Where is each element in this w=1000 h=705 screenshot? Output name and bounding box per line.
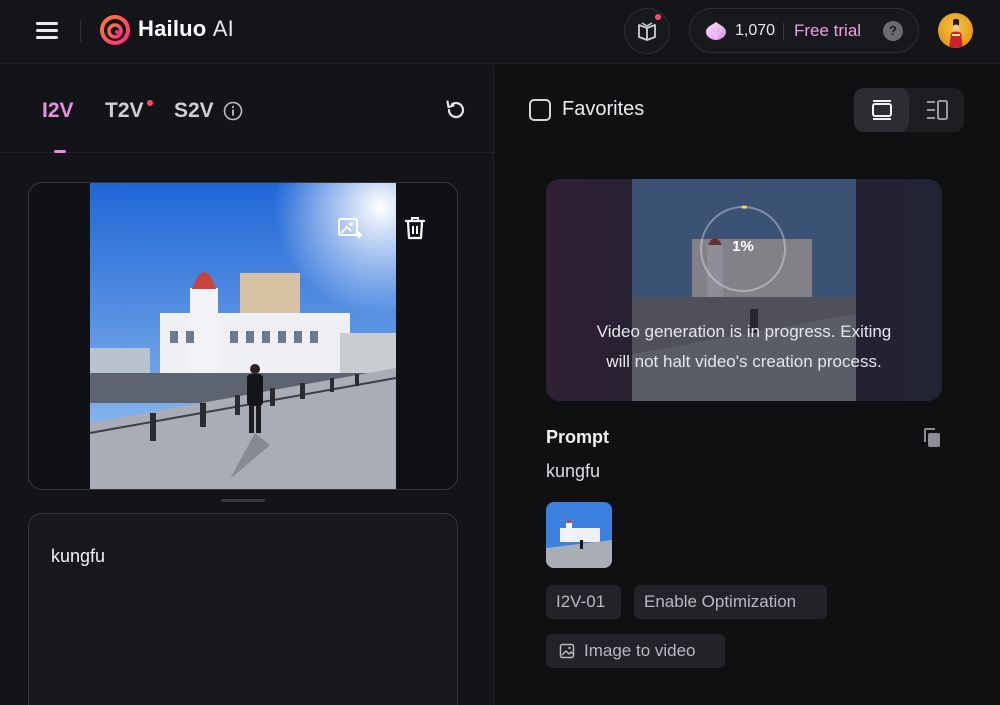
brand-bold: Hailuo <box>138 16 207 41</box>
t2v-notification-dot <box>147 100 153 106</box>
brand-name[interactable]: Hailuo AI <box>138 16 234 42</box>
reset-icon[interactable] <box>444 98 468 122</box>
menu-icon[interactable] <box>36 20 58 40</box>
tab-i2v[interactable]: I2V <box>42 99 74 123</box>
pill-separator <box>783 23 784 40</box>
view-card-option[interactable] <box>854 88 909 132</box>
model-tag: I2V-01 <box>546 585 621 619</box>
gem-icon <box>706 22 726 41</box>
mode-tabs: I2V T2V S2V <box>0 65 493 153</box>
info-icon[interactable] <box>223 101 243 121</box>
image-icon <box>559 643 575 659</box>
favorites-checkbox[interactable] <box>529 99 551 121</box>
header-divider <box>80 20 81 42</box>
delete-image-icon[interactable] <box>404 216 426 240</box>
avatar-figure-icon <box>949 19 963 48</box>
brand-light: AI <box>212 16 234 41</box>
active-tab-indicator <box>54 150 66 153</box>
replace-image-icon[interactable] <box>337 217 363 241</box>
credits-pill[interactable]: 1,070 Free trial ? <box>689 8 919 53</box>
uploaded-image-box[interactable] <box>28 182 458 490</box>
free-trial-link[interactable]: Free trial <box>794 21 861 41</box>
copy-icon[interactable] <box>922 427 942 449</box>
left-panel: I2V T2V S2V kungfu <box>0 65 493 705</box>
tab-t2v[interactable]: T2V <box>105 99 144 123</box>
generation-message-line-1: Video generation is in progress. Exiting <box>596 322 892 341</box>
view-list-option[interactable] <box>909 88 964 132</box>
reference-image-thumbnail[interactable] <box>546 502 612 568</box>
help-icon[interactable]: ? <box>883 21 903 41</box>
prompt-textarea[interactable]: kungfu <box>28 513 458 705</box>
book-icon <box>638 22 656 41</box>
top-header: Hailuo AI 1,070 Free trial ? <box>0 0 1000 64</box>
tab-s2v[interactable]: S2V <box>174 99 214 123</box>
view-toggle <box>854 88 964 132</box>
card-view-icon <box>871 100 892 120</box>
list-view-icon <box>926 100 948 120</box>
prompt-value: kungfu <box>546 461 601 481</box>
optimization-tag: Enable Optimization <box>634 585 827 619</box>
resize-handle[interactable] <box>221 499 265 502</box>
video-generation-card[interactable]: 1% Video generation is in progress. Exit… <box>546 179 942 401</box>
mode-tag: Image to video <box>546 634 725 668</box>
book-button[interactable] <box>624 8 670 54</box>
generation-message: Video generation is in progress. Exiting… <box>546 317 942 377</box>
generation-message-line-2: will not halt video's creation process. <box>606 352 882 371</box>
panel-divider <box>493 65 494 705</box>
avatar[interactable] <box>938 13 973 48</box>
prompt-input-text: kungfu <box>51 546 106 566</box>
hailuo-logo-icon <box>100 15 130 45</box>
prompt-heading: Prompt <box>546 427 609 447</box>
favorites-label[interactable]: Favorites <box>562 98 644 121</box>
mode-tag-label: Image to video <box>584 641 696 660</box>
progress-percentage: 1% <box>732 238 754 255</box>
credits-count: 1,070 <box>735 22 776 39</box>
notification-dot <box>655 14 661 20</box>
